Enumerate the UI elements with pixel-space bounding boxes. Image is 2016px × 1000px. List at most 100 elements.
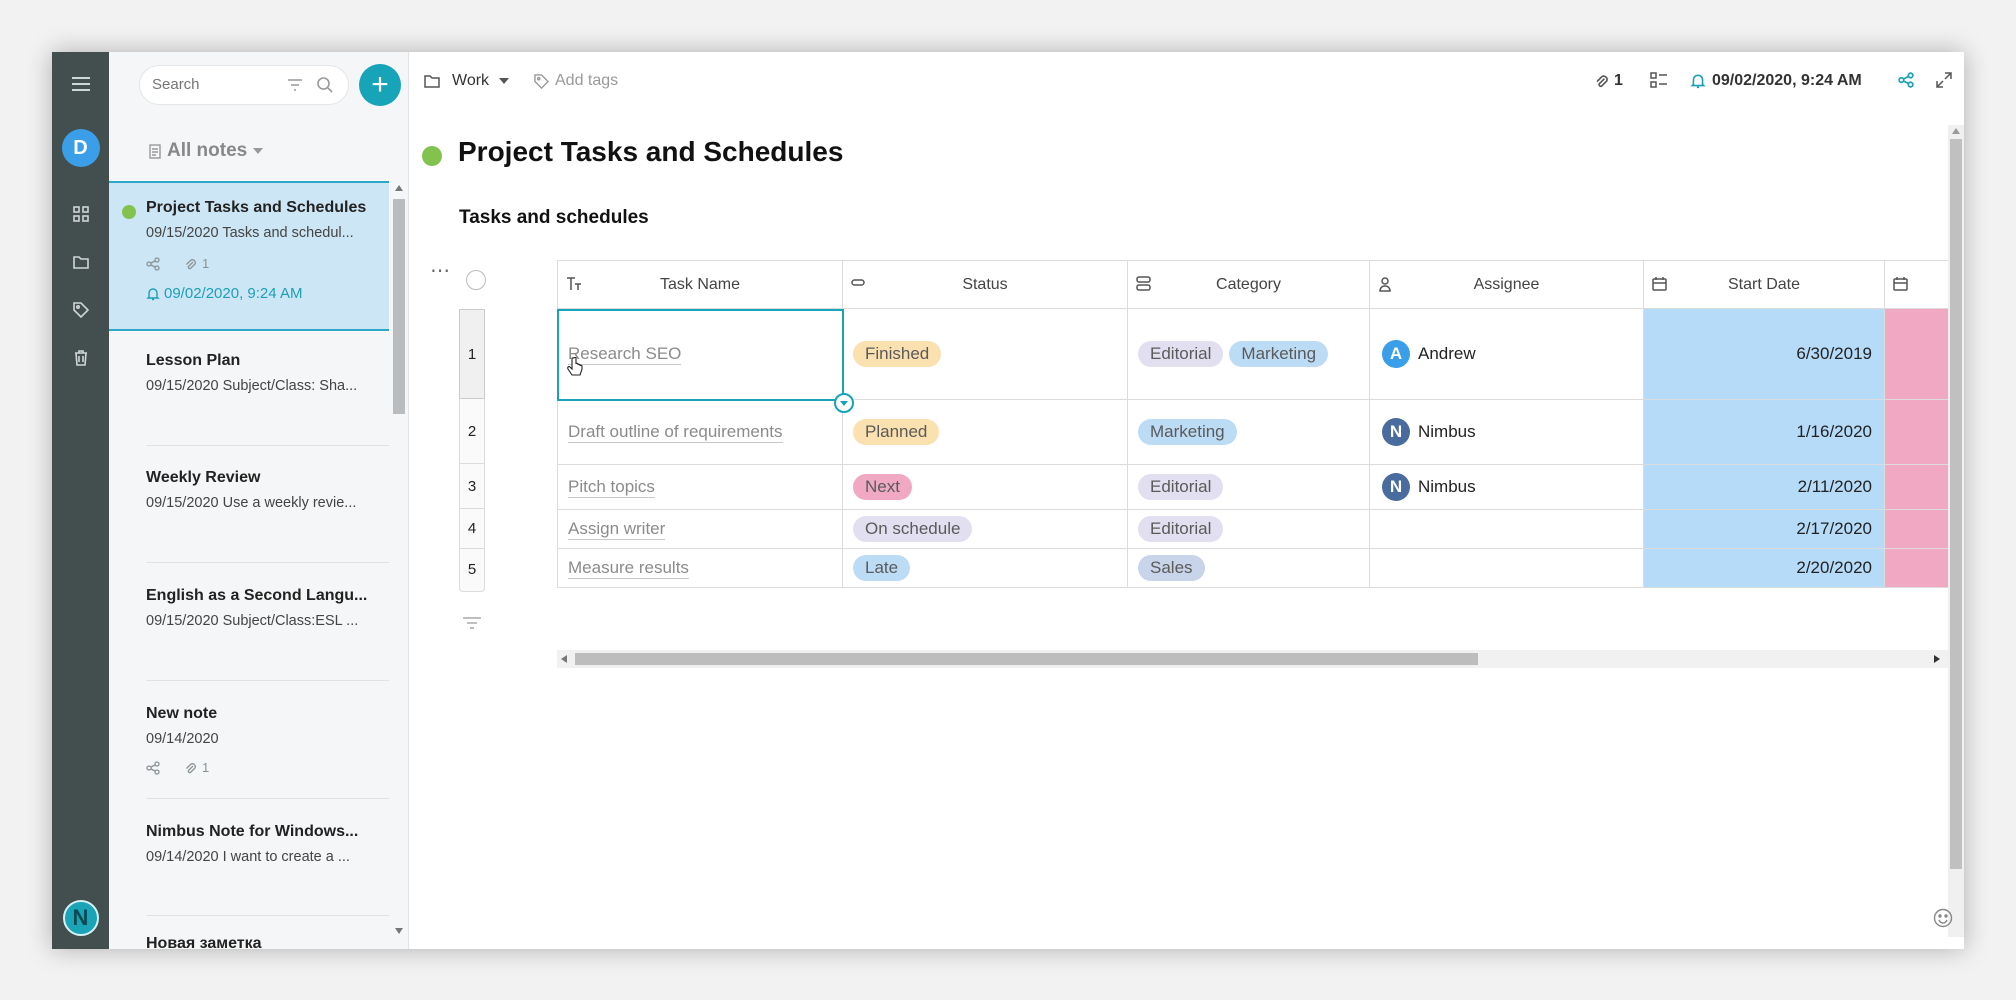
search-box[interactable] xyxy=(139,65,349,105)
tasks-table: Task Name Status Category Assignee Start… xyxy=(557,260,1948,597)
note-snippet: 09/14/2020 xyxy=(146,731,219,747)
table-cell-task[interactable]: Measure results xyxy=(557,549,843,588)
left-rail: D N xyxy=(52,52,109,949)
search-input[interactable] xyxy=(152,76,282,93)
table-cell-status[interactable]: Planned xyxy=(843,400,1128,465)
column-header-task-name[interactable]: Task Name xyxy=(557,260,843,309)
trash-icon[interactable] xyxy=(52,344,109,372)
hand-cursor-icon xyxy=(567,356,583,384)
list-item[interactable]: Lesson Plan 09/15/2020 Subject/Class: Sh… xyxy=(109,342,389,442)
caret-down-icon xyxy=(253,148,264,154)
assignee-name: Andrew xyxy=(1418,344,1476,363)
table-cell-start-date[interactable]: 1/16/2020 xyxy=(1644,400,1885,465)
column-header-status[interactable]: Status xyxy=(843,260,1128,309)
block-menu-icon[interactable]: ⋯ xyxy=(430,261,450,281)
column-header-assignee[interactable]: Assignee xyxy=(1370,260,1644,309)
scroll-thumb[interactable] xyxy=(393,199,405,414)
list-item[interactable]: Nimbus Note for Windows... 09/14/2020 I … xyxy=(109,813,389,913)
reminder-button[interactable]: 09/02/2020, 9:24 AM xyxy=(1690,72,1862,90)
table-cell-assignee[interactable]: N Nimbus xyxy=(1370,400,1644,465)
list-scrollbar[interactable] xyxy=(391,182,407,949)
add-tags-button[interactable]: Add tags xyxy=(534,72,618,90)
table-cell-category[interactable]: Marketing xyxy=(1128,400,1370,465)
add-note-button[interactable]: + xyxy=(359,64,401,106)
table-cell-category[interactable]: Sales xyxy=(1128,549,1370,588)
table-cell-task[interactable]: Pitch topics xyxy=(557,465,843,510)
table-cell-end-date[interactable] xyxy=(1885,549,1948,588)
table-cell-status[interactable]: Finished xyxy=(843,309,1128,400)
select-all-radio[interactable] xyxy=(466,270,486,290)
attachments-button[interactable]: 1 xyxy=(1594,72,1623,90)
scroll-thumb[interactable] xyxy=(1950,139,1962,869)
editor-vertical-scrollbar[interactable] xyxy=(1948,125,1964,937)
table-cell-start-date[interactable]: 2/17/2020 xyxy=(1644,510,1885,549)
section-heading[interactable]: Tasks and schedules xyxy=(459,207,649,229)
table-cell-assignee[interactable] xyxy=(1370,549,1644,588)
table-cell-status[interactable]: Late xyxy=(843,549,1128,588)
table-cell-end-date[interactable] xyxy=(1885,510,1948,549)
table-cell-category[interactable]: Editorial xyxy=(1128,510,1370,549)
assignee-name: Nimbus xyxy=(1418,422,1476,441)
scroll-up-icon[interactable] xyxy=(394,184,404,192)
all-notes-dropdown[interactable]: All notes xyxy=(149,140,264,162)
folder-selector[interactable]: Work xyxy=(424,72,510,90)
list-item[interactable]: Weekly Review 09/15/2020 Use a weekly re… xyxy=(109,459,389,559)
table-cell-status[interactable]: On schedule xyxy=(843,510,1128,549)
folder-name: Work xyxy=(452,72,490,89)
table-cell-end-date[interactable] xyxy=(1885,400,1948,465)
scroll-down-icon[interactable] xyxy=(394,927,404,935)
table-cell-status[interactable]: Next xyxy=(843,465,1128,510)
list-item[interactable]: Новая заметка xyxy=(109,927,389,949)
column-header-end-date[interactable] xyxy=(1885,260,1948,309)
scroll-up-icon[interactable] xyxy=(1951,127,1961,135)
table-cell-category[interactable]: Editorial Marketing xyxy=(1128,309,1370,400)
cell-dropdown-button[interactable] xyxy=(834,393,854,413)
table-cell-end-date[interactable] xyxy=(1885,309,1948,400)
task-name: Assign writer xyxy=(568,518,666,540)
search-icon[interactable] xyxy=(316,76,334,99)
note-snippet: 09/15/2020 Subject/Class: Sha... xyxy=(146,378,358,394)
attachment-icon xyxy=(186,762,196,773)
list-item[interactable]: New note 09/14/2020 1 xyxy=(109,695,389,795)
table-cell-task[interactable]: Draft outline of requirements xyxy=(557,400,843,465)
table-cell-assignee[interactable]: N Nimbus xyxy=(1370,465,1644,510)
table-cell-start-date[interactable]: 2/11/2020 xyxy=(1644,465,1885,510)
row-number[interactable]: 3 xyxy=(459,464,485,509)
table-cell-assignee[interactable]: A Andrew xyxy=(1370,309,1644,400)
share-icon[interactable] xyxy=(1898,72,1914,88)
row-number[interactable]: 4 xyxy=(459,509,485,549)
filter-icon[interactable] xyxy=(286,76,304,99)
table-cell-task[interactable]: Assign writer xyxy=(557,510,843,549)
column-header-label: Task Name xyxy=(659,275,741,293)
filter-icon[interactable] xyxy=(462,616,482,635)
table-of-contents-icon[interactable] xyxy=(1650,72,1668,88)
table-cell-end-date[interactable] xyxy=(1885,465,1948,510)
column-header-category[interactable]: Category xyxy=(1128,260,1370,309)
table-horizontal-scrollbar[interactable] xyxy=(557,650,1948,668)
emoji-icon[interactable] xyxy=(1933,908,1953,933)
table-cell-category[interactable]: Editorial xyxy=(1128,465,1370,510)
table-cell-assignee[interactable] xyxy=(1370,510,1644,549)
table-cell-start-date[interactable]: 6/30/2019 xyxy=(1644,309,1885,400)
user-avatar[interactable]: D xyxy=(61,129,100,167)
scroll-thumb[interactable] xyxy=(575,653,1478,665)
row-number[interactable]: 2 xyxy=(459,399,485,464)
scroll-right-icon[interactable] xyxy=(1934,655,1940,663)
hamburger-menu-icon[interactable] xyxy=(52,70,109,98)
note-title[interactable]: Project Tasks and Schedules xyxy=(458,136,843,168)
column-header-start-date[interactable]: Start Date xyxy=(1644,260,1885,309)
table-cell-start-date[interactable]: 2/20/2020 xyxy=(1644,549,1885,588)
column-header-label: Assignee xyxy=(1473,275,1540,293)
list-item[interactable]: English as a Second Langu... 09/15/2020 … xyxy=(109,577,389,677)
note-snippet: 09/14/2020 I want to create a ... xyxy=(146,849,350,865)
scroll-left-icon[interactable] xyxy=(561,655,567,663)
row-number[interactable]: 1 xyxy=(459,309,485,399)
reminder-time: 09/02/2020, 9:24 AM xyxy=(1712,72,1862,89)
category-badge: Marketing xyxy=(1138,419,1237,445)
expand-icon[interactable] xyxy=(1936,72,1952,88)
folder-icon[interactable] xyxy=(52,248,109,276)
tag-icon[interactable] xyxy=(52,296,109,324)
list-item[interactable]: Project Tasks and Schedules 09/15/2020 T… xyxy=(109,181,389,331)
grid-icon[interactable] xyxy=(52,200,109,228)
row-number[interactable]: 5 xyxy=(459,549,485,589)
